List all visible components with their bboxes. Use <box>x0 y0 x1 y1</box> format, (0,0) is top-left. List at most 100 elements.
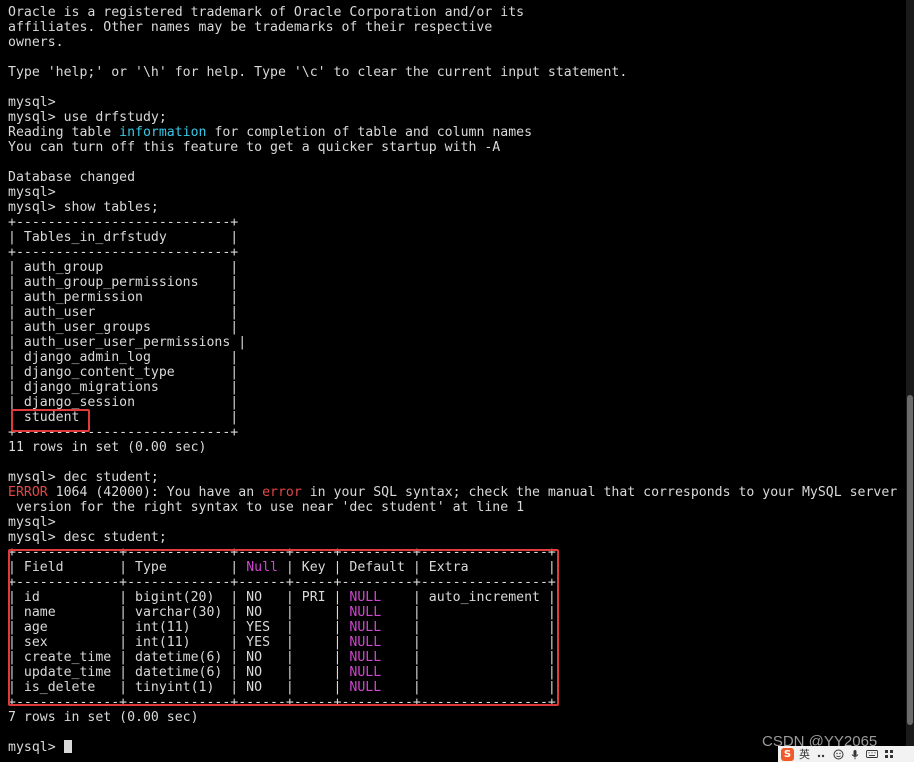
terminal-line: | auth_group | <box>8 260 904 275</box>
terminal-text: | auth_group_permissions | <box>8 275 239 290</box>
terminal-text: | id | bigint(20) | NO | PRI | <box>8 590 350 605</box>
terminal-line: | sex | int(11) | YES | | NULL | | <box>8 635 904 650</box>
terminal-text: affiliates. Other names may be trademark… <box>8 20 493 35</box>
terminal-text: Oracle is a registered trademark of Orac… <box>8 5 525 20</box>
terminal-line: | update_time | datetime(6) | NO | | NUL… <box>8 665 904 680</box>
terminal-text: | | <box>381 650 556 665</box>
terminal-text: You can turn off this feature to get a q… <box>8 140 501 155</box>
terminal-line: mysql> <box>8 185 904 200</box>
keyboard-icon[interactable] <box>866 748 878 760</box>
terminal-text: +---------------------------+ <box>8 245 239 260</box>
terminal-null-text: NULL <box>349 590 382 605</box>
terminal-text: | | <box>381 620 556 635</box>
terminal-cursor[interactable] <box>63 740 72 753</box>
terminal-null-text: NULL <box>349 665 382 680</box>
terminal-text: +-------------+-------------+------+----… <box>8 545 556 560</box>
terminal-line: Oracle is a registered trademark of Orac… <box>8 5 904 20</box>
terminal-null-text: Null <box>246 560 278 575</box>
terminal-err-text: ERROR <box>8 485 48 500</box>
terminal-line: | auth_user_groups | <box>8 320 904 335</box>
terminal-line: | student | <box>8 410 904 425</box>
terminal-text: mysql> dec student; <box>8 470 159 485</box>
terminal-line: +-------------+-------------+------+----… <box>8 695 904 710</box>
terminal-text: | is_delete | tinyint(1) | NO | | <box>8 680 350 695</box>
terminal-line: mysql> <box>8 515 904 530</box>
terminal-text: mysql> <box>8 740 64 755</box>
terminal-null-text: NULL <box>349 680 382 695</box>
terminal-text: | auth_permission | <box>8 290 239 305</box>
terminal-text: in your SQL syntax; check the manual tha… <box>301 485 898 500</box>
microphone-icon[interactable] <box>849 748 861 760</box>
terminal-text: | auth_user_groups | <box>8 320 239 335</box>
terminal-text: mysql> use drfstudy; <box>8 110 167 125</box>
terminal-text: | auth_user_user_permissions | <box>8 335 247 350</box>
terminal-line: Type 'help;' or '\h' for help. Type '\c'… <box>8 65 904 80</box>
terminal-text: | | <box>381 635 556 650</box>
ime-language-toggle[interactable]: 英 <box>799 746 810 762</box>
terminal-text: +---------------------------+ <box>8 425 239 440</box>
terminal-text: +---------------------------+ <box>8 215 239 230</box>
terminal-text: | auth_group | <box>8 260 239 275</box>
terminal-info-text: information <box>119 125 207 140</box>
terminal-line: | django_content_type | <box>8 365 904 380</box>
terminal-line: You can turn off this feature to get a q… <box>8 140 904 155</box>
terminal-text: | auto_increment | <box>381 590 556 605</box>
terminal-text: | sex | int(11) | YES | | <box>8 635 350 650</box>
terminal-text: for completion of table and column names <box>206 125 533 140</box>
terminal-line: +---------------------------+ <box>8 245 904 260</box>
terminal-text: | django_migrations | <box>8 380 239 395</box>
terminal-line: mysql> use drfstudy; <box>8 110 904 125</box>
terminal-line: mysql> show tables; <box>8 200 904 215</box>
sogou-logo-icon[interactable]: S <box>781 747 794 761</box>
terminal-text: | auth_user | <box>8 305 239 320</box>
terminal-text: | django_admin_log | <box>8 350 239 365</box>
scrollbar[interactable] <box>906 0 914 762</box>
terminal-output[interactable]: Oracle is a registered trademark of Orac… <box>8 5 904 762</box>
terminal-line: mysql> <box>8 95 904 110</box>
terminal-text: owners. <box>8 35 64 50</box>
terminal-text: mysql> <box>8 515 56 530</box>
terminal-line: | name | varchar(30) | NO | | NULL | | <box>8 605 904 620</box>
terminal-line: affiliates. Other names may be trademark… <box>8 20 904 35</box>
terminal-text: | Field | Type | <box>8 560 247 575</box>
terminal-text: | Key | Default | Extra | <box>277 560 556 575</box>
terminal-line: | django_admin_log | <box>8 350 904 365</box>
terminal-line: | is_delete | tinyint(1) | NO | | NULL |… <box>8 680 904 695</box>
terminal-text: mysql> <box>8 185 56 200</box>
terminal-text: | | <box>381 605 556 620</box>
terminal-line: | auth_permission | <box>8 290 904 305</box>
terminal-line: | Tables_in_drfstudy | <box>8 230 904 245</box>
menu-grid-icon[interactable] <box>883 748 895 760</box>
terminal-line: version for the right syntax to use near… <box>8 500 904 515</box>
terminal-text: | | <box>381 665 556 680</box>
ime-toolbar[interactable]: S 英 <box>778 746 914 762</box>
terminal-null-text: NULL <box>349 620 382 635</box>
scrollbar-thumb[interactable] <box>907 395 913 725</box>
terminal-text: mysql> desc student; <box>8 530 167 545</box>
terminal-text: mysql> show tables; <box>8 200 159 215</box>
terminal-line: | auth_user_user_permissions | <box>8 335 904 350</box>
terminal-text: | name | varchar(30) | NO | | <box>8 605 350 620</box>
terminal-line: mysql> dec student; <box>8 470 904 485</box>
terminal-text: 11 rows in set (0.00 sec) <box>8 440 207 455</box>
terminal-line: 11 rows in set (0.00 sec) <box>8 440 904 455</box>
terminal-text: | django_content_type | <box>8 365 239 380</box>
terminal-text: | Tables_in_drfstudy | <box>8 230 239 245</box>
terminal-line: mysql> desc student; <box>8 530 904 545</box>
terminal-line: Database changed <box>8 170 904 185</box>
terminal-line: | django_migrations | <box>8 380 904 395</box>
terminal-line: | create_time | datetime(6) | NO | | NUL… <box>8 650 904 665</box>
terminal-null-text: NULL <box>349 605 382 620</box>
terminal-null-text: NULL <box>349 635 382 650</box>
terminal-text: 7 rows in set (0.00 sec) <box>8 710 199 725</box>
terminal-text: | update_time | datetime(6) | NO | | <box>8 665 350 680</box>
terminal-line: +---------------------------+ <box>8 215 904 230</box>
emoji-icon[interactable] <box>832 748 844 760</box>
punctuation-icon[interactable] <box>815 748 827 760</box>
terminal-line: | id | bigint(20) | NO | PRI | NULL | au… <box>8 590 904 605</box>
terminal-line: +-------------+-------------+------+----… <box>8 545 904 560</box>
terminal-line: Reading table information for completion… <box>8 125 904 140</box>
